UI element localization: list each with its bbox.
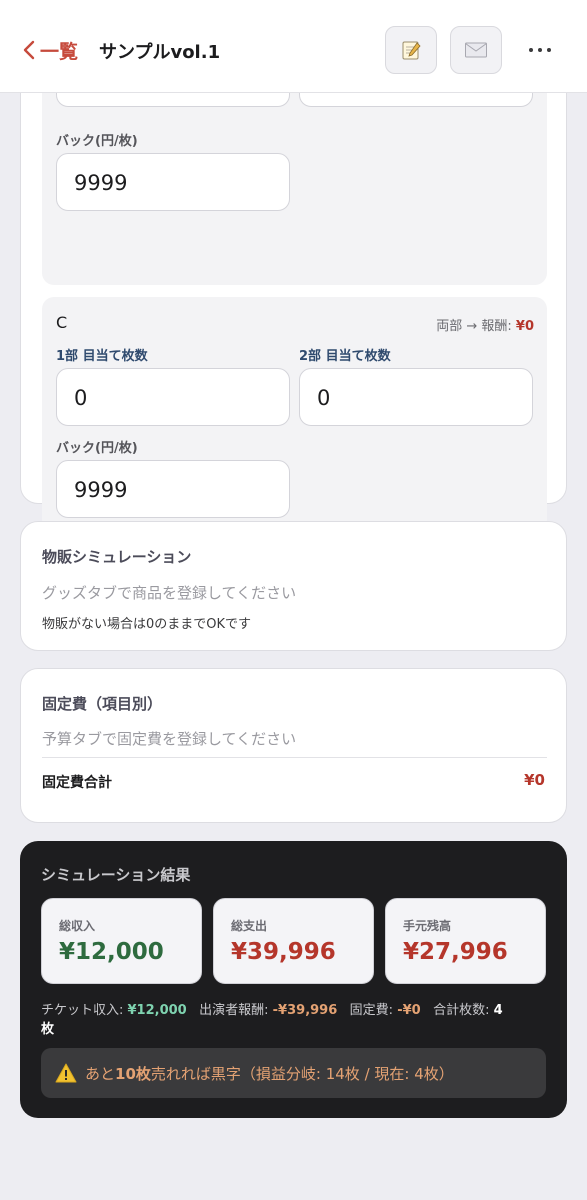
more-dot-icon [529,48,533,52]
fixed-cost-total-value: ¥0 [524,771,545,789]
warning-count: 10枚 [115,1064,151,1083]
back-rate-label: バック(円/枚) [56,134,138,149]
total-income-value: ¥12,000 [59,939,164,965]
more-dot-icon [547,48,551,52]
total-income-label: 総収入 [59,919,96,933]
balance-value: ¥27,996 [403,939,508,965]
more-dot-icon [538,48,542,52]
ticket-type-name: C [56,313,68,332]
result-title: シミュレーション結果 [41,866,191,884]
mail-button[interactable] [450,26,502,74]
total-income-box: 総収入 ¥12,000 [41,898,202,984]
divider [42,757,547,758]
back-rate-input[interactable]: 9999 [56,460,290,518]
fixed-cost-card: 固定費（項目別） 予算タブで固定費を登録してください 固定費合計 ¥0 [20,668,567,823]
back-rate-input[interactable]: 9999 [56,153,290,211]
total-expense-box: 総支出 ¥39,996 [213,898,374,984]
total-count-unit: 枚 [41,1022,55,1037]
reward-amount: ¥0 [515,319,534,334]
fixed-cost-empty-text: 予算タブで固定費を登録してください [42,730,297,748]
ticket-type-block-c: C 両部 → 報酬: ¥0 1部 目当て枚数 2部 目当て枚数 0 0 バック(… [42,297,547,532]
reward-label: 両部 → 報酬: [436,319,516,334]
app-header: 一覧 サンプルvol.1 [0,0,587,93]
memo-icon [402,41,421,60]
fixed-cost-title: 固定費（項目別） [42,695,163,713]
back-rate-label: バック(円/枚) [56,441,138,456]
simulation-result-card: シミュレーション結果 総収入 ¥12,000 総支出 ¥39,996 手元残高 … [20,841,567,1118]
break-even-warning: あと 10枚 売れれば黒字（損益分岐: 14枚 / 現在: 4枚） [41,1048,546,1098]
more-options-button[interactable] [522,36,558,64]
total-expense-label: 総支出 [231,919,268,933]
total-count-label: 合計枚数: [433,1003,494,1018]
envelope-icon [465,42,487,58]
total-count-value: 4 [493,1003,503,1018]
merch-empty-text: グッズタブで商品を登録してください [42,584,297,602]
part2-target-input[interactable]: 0 [299,368,533,426]
page-title: サンプルvol.1 [99,42,221,63]
back-label[interactable]: 一覧 [40,37,78,64]
warning-prefix: あと [85,1064,116,1083]
fixed-cost-total-label: 固定費合計 [42,775,112,791]
fixed-cost-value: -¥0 [397,1003,421,1018]
chevron-left-icon [23,40,35,60]
fixed-cost-label: 固定費: [349,1003,398,1018]
balance-label: 手元残高 [403,919,452,933]
performer-fee-value: -¥39,996 [272,1003,338,1018]
merch-title: 物販シミュレーション [42,548,192,566]
ticket-income-value: ¥12,000 [127,1003,187,1018]
part2-target-label: 2部 目当て枚数 [299,349,391,364]
balance-box: 手元残高 ¥27,996 [385,898,546,984]
performer-fee-label: 出演者報酬: [199,1003,273,1018]
ticket-income-label: チケット収入: [41,1003,128,1018]
merch-simulation-card: 物販シミュレーション グッズタブで商品を登録してください 物販がない場合は0のま… [20,521,567,651]
merch-note: 物販がない場合は0のままでOKです [42,617,252,632]
back-button[interactable]: 一覧 [22,36,78,64]
part1-target-label: 1部 目当て枚数 [56,349,148,364]
warning-text: 売れれば黒字（損益分岐: 14枚 / 現在: 4枚） [150,1064,454,1083]
total-expense-value: ¥39,996 [231,939,336,965]
part1-target-input[interactable]: 0 [56,368,290,426]
reward-summary: 両部 → 報酬: ¥0 [436,315,534,334]
result-breakdown: チケット収入: ¥12,000 出演者報酬: -¥39,996 固定費: -¥0… [41,1001,546,1039]
ticket-settings-card: 1 1 バック(円/枚) 9999 C 両部 → 報酬: ¥0 1部 目当て枚数… [20,49,567,532]
ticket-type-block: 1 1 バック(円/枚) 9999 [42,49,547,285]
warning-icon [55,1063,77,1083]
memo-button[interactable] [385,26,437,74]
